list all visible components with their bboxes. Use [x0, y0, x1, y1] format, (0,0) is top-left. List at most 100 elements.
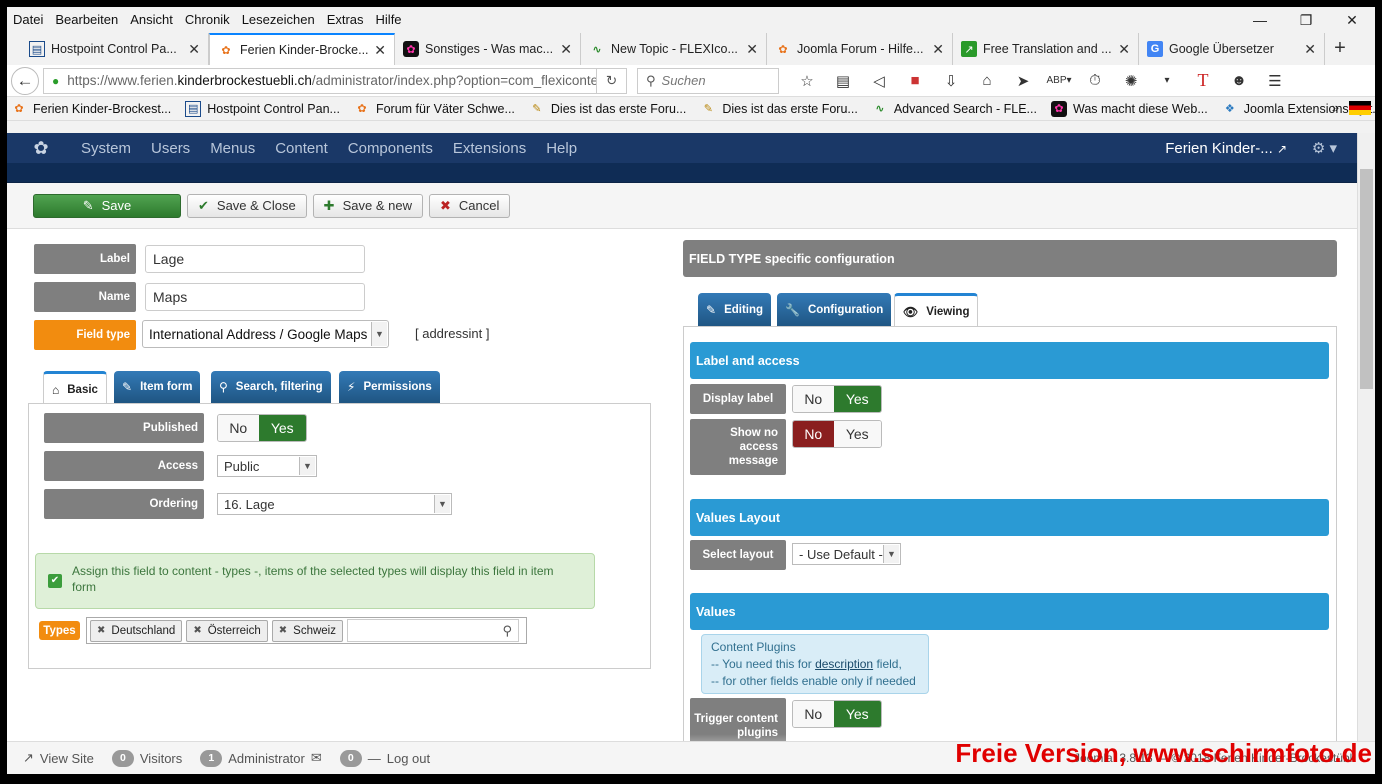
- trigger-yes[interactable]: Yes: [833, 701, 881, 727]
- save-new-button[interactable]: ✚ Save & new: [312, 193, 423, 218]
- menu-extras[interactable]: Extras: [327, 12, 364, 27]
- type-chip[interactable]: ✖ Österreich: [186, 619, 268, 642]
- browser-tab[interactable]: ✿ Joomla Forum - Hilfe... ✕: [767, 33, 953, 65]
- tab-search-filtering[interactable]: ⚲ Search, filtering: [211, 371, 331, 403]
- menu-hilfe[interactable]: Hilfe: [376, 12, 402, 27]
- url-bar[interactable]: ● https://www.ferien. kinderbrockestuebli…: [43, 67, 627, 94]
- nav-components[interactable]: Components: [348, 140, 433, 157]
- label-input[interactable]: Lage: [145, 245, 365, 273]
- bookmark-item[interactable]: ▤ Hostpoint Control Pan...: [185, 100, 340, 117]
- access-select[interactable]: Public ▼: [217, 455, 317, 477]
- menu-ansicht[interactable]: Ansicht: [130, 12, 173, 27]
- name-input[interactable]: Maps: [145, 283, 365, 311]
- checkbox-checked-icon[interactable]: ✔: [48, 574, 62, 588]
- browser-tab[interactable]: ✿ Sonstiges - Was mac... ✕: [395, 33, 581, 65]
- select-layout-select[interactable]: - Use Default - ▼: [792, 543, 901, 565]
- adblock-icon[interactable]: ABP▾: [1041, 75, 1077, 86]
- show-no-access-toggle[interactable]: No Yes: [792, 420, 882, 448]
- display-label-no[interactable]: No: [793, 386, 834, 412]
- logout-link[interactable]: Log out: [387, 751, 430, 766]
- published-toggle[interactable]: No Yes: [217, 414, 307, 442]
- remove-icon[interactable]: ✖: [97, 625, 105, 636]
- download-icon[interactable]: ⇩: [933, 72, 969, 90]
- published-no[interactable]: No: [218, 415, 259, 441]
- nav-content[interactable]: Content: [275, 140, 328, 157]
- close-tab-icon[interactable]: ✕: [746, 41, 758, 58]
- menu-chronik[interactable]: Chronik: [185, 12, 230, 27]
- german-flag-icon[interactable]: [1349, 100, 1371, 115]
- browser-tab[interactable]: ↗ Free Translation and ... ✕: [953, 33, 1139, 65]
- restore-icon[interactable]: ❐: [1283, 7, 1329, 33]
- site-link[interactable]: Ferien Kinder-... ↗: [1165, 140, 1287, 157]
- display-label-yes[interactable]: Yes: [833, 386, 881, 412]
- new-tab-icon[interactable]: +: [1325, 37, 1355, 60]
- trigger-plugins-toggle[interactable]: No Yes: [792, 700, 882, 728]
- text-icon[interactable]: T: [1185, 70, 1221, 91]
- nav-menus[interactable]: Menus: [210, 140, 255, 157]
- cancel-button[interactable]: ✖ Cancel: [428, 193, 511, 218]
- reload-icon[interactable]: ↻: [596, 68, 626, 93]
- type-chip[interactable]: ✖ Schweiz: [271, 619, 343, 642]
- save-close-button[interactable]: ✔ Save & Close: [187, 193, 307, 218]
- overflow-chevron-icon[interactable]: »: [1332, 100, 1339, 115]
- search-input[interactable]: ⚲ Suchen: [637, 67, 779, 94]
- nav-help[interactable]: Help: [546, 140, 577, 157]
- dropdown-icon[interactable]: ▾: [1149, 75, 1185, 86]
- tab-item-form[interactable]: ✎ Item form: [114, 371, 201, 403]
- tab-configuration[interactable]: 🔧 Configuration: [777, 293, 892, 327]
- remove-icon[interactable]: ✖: [279, 625, 287, 636]
- nav-system[interactable]: System: [81, 140, 131, 157]
- nav-extensions[interactable]: Extensions: [453, 140, 526, 157]
- bug-icon[interactable]: ✺: [1113, 72, 1149, 90]
- pocket-icon[interactable]: ◁: [861, 72, 897, 90]
- bookmark-item[interactable]: ∿ Advanced Search - FLE...: [872, 101, 1037, 117]
- history-icon[interactable]: ⏱: [1077, 72, 1113, 89]
- display-label-toggle[interactable]: No Yes: [792, 385, 882, 413]
- bookmark-item[interactable]: ✎ Dies ist das erste Foru...: [529, 101, 686, 117]
- view-site-link[interactable]: View Site: [40, 751, 94, 766]
- type-chip[interactable]: ✖ Deutschland: [90, 619, 183, 642]
- close-tab-icon[interactable]: ✕: [188, 41, 200, 58]
- smiley-icon[interactable]: ☻: [1221, 72, 1257, 89]
- tab-basic[interactable]: ⌂ Basic: [43, 371, 107, 405]
- scrollbar-thumb[interactable]: [1360, 169, 1373, 389]
- browser-tab[interactable]: ∿ New Topic - FLEXIco... ✕: [581, 33, 767, 65]
- send-icon[interactable]: ➤: [1005, 72, 1041, 90]
- bookmark-item[interactable]: ✿ Ferien Kinder-Brockest...: [11, 101, 171, 117]
- close-tab-icon[interactable]: ✕: [932, 41, 944, 58]
- tab-editing[interactable]: ✎ Editing: [698, 293, 772, 327]
- gear-icon[interactable]: ⚙ ▾: [1312, 139, 1337, 157]
- published-yes[interactable]: Yes: [258, 415, 306, 441]
- close-window-icon[interactable]: ✕: [1329, 7, 1375, 33]
- show-no-access-no[interactable]: No: [793, 421, 834, 447]
- close-tab-icon[interactable]: ✕: [1118, 41, 1130, 58]
- browser-tab[interactable]: G Google Übersetzer ✕: [1139, 33, 1325, 65]
- menu-bearbeiten[interactable]: Bearbeiten: [55, 12, 118, 27]
- field-type-select[interactable]: International Address / Google Maps ▼: [142, 320, 389, 348]
- close-tab-icon[interactable]: ✕: [1304, 41, 1316, 58]
- trigger-no[interactable]: No: [793, 701, 834, 727]
- types-search-input[interactable]: ⚲: [346, 619, 519, 642]
- bookmark-item[interactable]: ✿ Forum für Väter Schwe...: [354, 101, 515, 117]
- save-button[interactable]: ✎ Save: [33, 193, 181, 218]
- browser-tab[interactable]: ▤ Hostpoint Control Pa... ✕: [21, 33, 209, 65]
- bookmark-star-icon[interactable]: ☆: [789, 72, 825, 90]
- page-scrollbar[interactable]: [1357, 133, 1375, 741]
- remove-icon[interactable]: ✖: [193, 625, 201, 636]
- back-arrow-icon[interactable]: ←: [11, 66, 39, 95]
- home-icon[interactable]: ⌂: [969, 72, 1005, 89]
- minimize-icon[interactable]: —: [1237, 7, 1283, 33]
- ordering-select[interactable]: 16. Lage ▼: [217, 493, 452, 515]
- extension-icon[interactable]: ■: [897, 72, 933, 89]
- types-multiselect[interactable]: ✖ Deutschland ✖ Österreich ✖ Schweiz ⚲: [86, 617, 527, 644]
- envelope-icon[interactable]: ✉: [311, 750, 322, 766]
- reading-list-icon[interactable]: ▤: [825, 72, 861, 90]
- nav-users[interactable]: Users: [151, 140, 190, 157]
- bookmark-item[interactable]: ✎ Dies ist das erste Foru...: [700, 101, 858, 117]
- browser-tab-active[interactable]: ✿ Ferien Kinder-Brocke... ✕: [209, 33, 395, 65]
- description-link[interactable]: description: [815, 657, 873, 671]
- menu-lesezeichen[interactable]: Lesezeichen: [242, 12, 315, 27]
- menu-datei[interactable]: Datei: [13, 12, 43, 27]
- bookmark-item[interactable]: ✿ Was macht diese Web...: [1050, 100, 1208, 117]
- joomla-logo-icon[interactable]: ✿: [21, 138, 61, 159]
